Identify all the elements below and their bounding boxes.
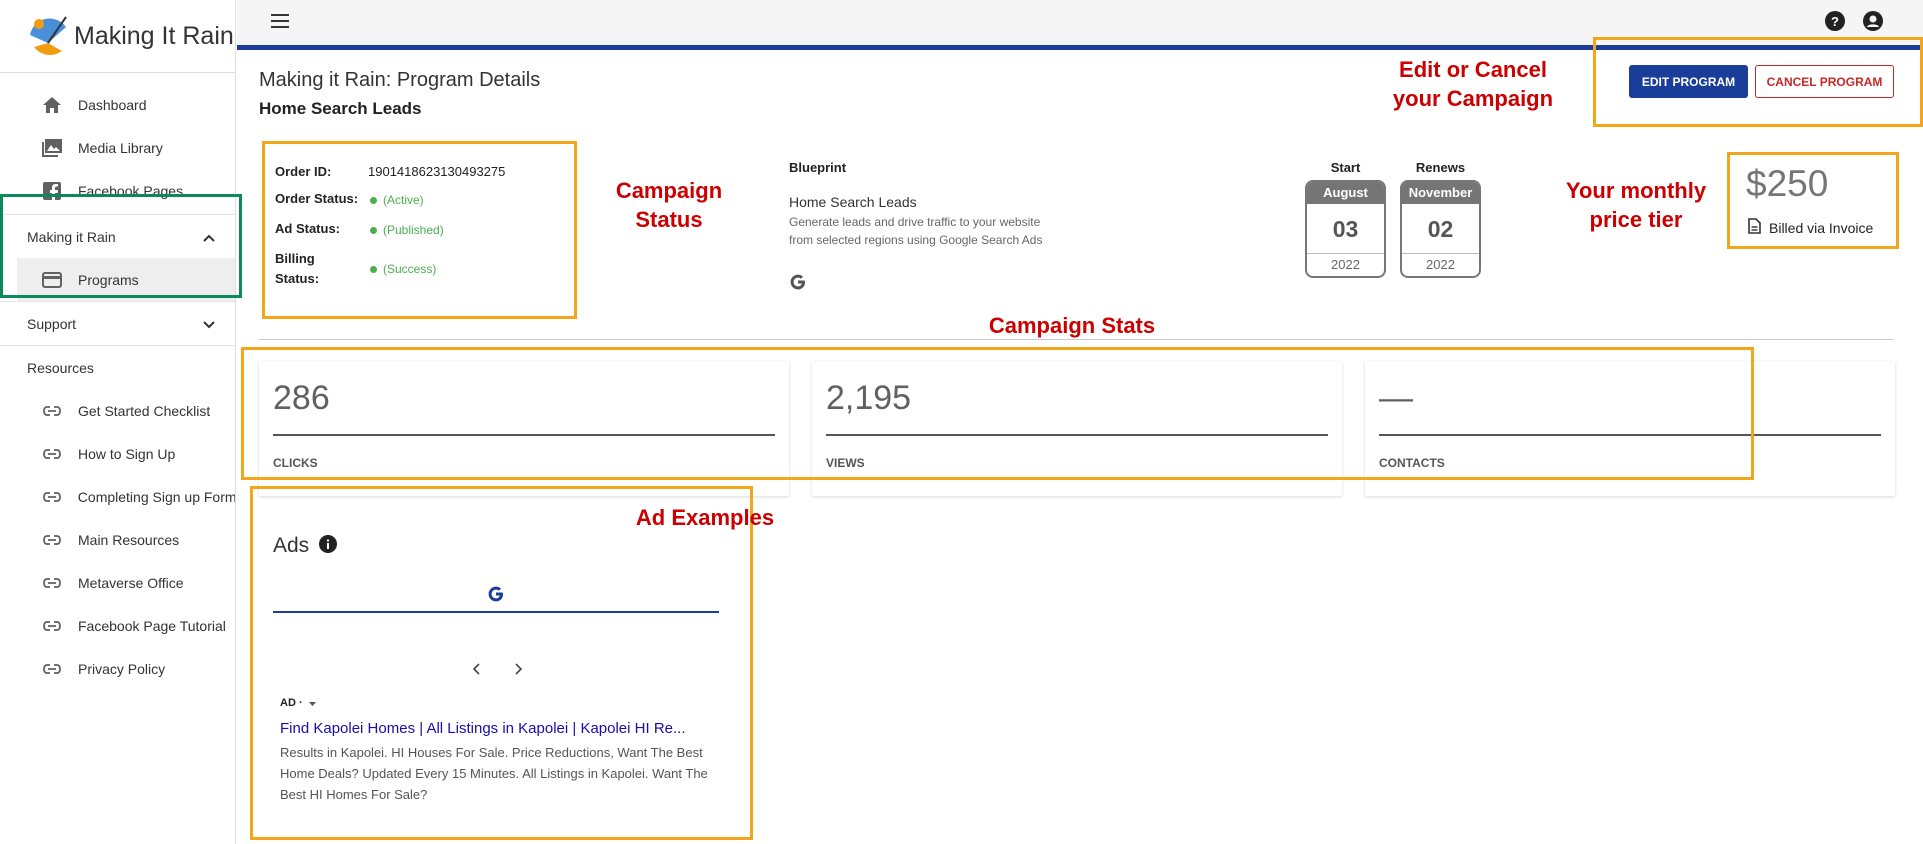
page-title: Making it Rain: Program Details — [259, 69, 541, 91]
sidebar-resource-item[interactable]: Completing Sign up Form — [0, 475, 235, 518]
sidebar-item-label: Facebook Page Tutorial — [78, 617, 226, 634]
renew-date-calendar: November 02 2022 — [1400, 180, 1481, 278]
highlight-edit-buttons — [1593, 37, 1923, 127]
sidebar: Making It Rain Dashboard Media Library F… — [0, 0, 236, 844]
start-day: 03 — [1307, 204, 1384, 254]
resources-label: Resources — [27, 359, 94, 376]
sidebar-item-label: Metaverse Office — [78, 574, 184, 591]
highlight-ads — [250, 486, 753, 840]
highlight-stats — [241, 347, 1754, 480]
image-icon — [42, 138, 62, 158]
app-logo[interactable]: Making It Rain — [0, 0, 235, 73]
highlight-order-status — [262, 141, 577, 319]
sidebar-resource-item[interactable]: Get Started Checklist — [0, 389, 235, 432]
sidebar-item-label: Media Library — [78, 139, 163, 156]
page-subtitle: Home Search Leads — [259, 99, 422, 118]
sidebar-item-media-library[interactable]: Media Library — [0, 126, 235, 169]
renews-label: Renews — [1415, 160, 1466, 175]
start-label: Start — [1330, 160, 1361, 175]
link-icon — [42, 401, 62, 421]
highlight-programs-nav — [0, 194, 242, 298]
link-icon — [42, 530, 62, 550]
link-icon — [42, 444, 62, 464]
link-icon — [42, 487, 62, 507]
link-icon — [42, 573, 62, 593]
sidebar-item-label: Dashboard — [78, 96, 147, 113]
google-icon — [789, 273, 807, 296]
sidebar-item-label: How to Sign Up — [78, 445, 176, 462]
umbrella-logo-icon — [26, 13, 72, 59]
sidebar-group-support[interactable]: Support — [0, 302, 235, 345]
annotation-price-tier: Your monthly price tier — [1565, 178, 1707, 232]
annotation-campaign-stats: Campaign Stats — [988, 313, 1156, 338]
main-content: Making it Rain: Program Details Home Sea… — [237, 37, 1923, 844]
sidebar-group-label: Support — [27, 315, 77, 332]
app-name: Making It Rain — [74, 21, 234, 50]
account-icon[interactable] — [1863, 11, 1883, 36]
start-month: August — [1307, 182, 1384, 204]
sidebar-resource-item[interactable]: Metaverse Office — [0, 561, 235, 604]
sidebar-resource-item[interactable]: How to Sign Up — [0, 432, 235, 475]
blueprint-description: Generate leads and drive traffic to your… — [789, 215, 1043, 247]
chevron-down-icon — [203, 316, 215, 332]
svg-text:?: ? — [1831, 14, 1839, 29]
annotation-campaign-status: Campaign Status — [615, 178, 723, 232]
sidebar-resource-item[interactable]: Facebook Page Tutorial — [0, 604, 235, 647]
blueprint-name: Home Search Leads — [789, 194, 917, 210]
annotation-edit-cancel: Edit or Cancel your Campaign — [1392, 57, 1554, 111]
sidebar-resources-header: Resources — [0, 346, 235, 389]
home-icon — [42, 95, 62, 115]
sidebar-item-dashboard[interactable]: Dashboard — [0, 83, 235, 126]
renew-day: 02 — [1402, 204, 1479, 254]
sidebar-item-label: Get Started Checklist — [78, 402, 211, 419]
blueprint-label: Blueprint — [789, 160, 847, 175]
renew-month: November — [1402, 182, 1479, 204]
start-date-calendar: August 03 2022 — [1305, 180, 1386, 278]
sidebar-item-label: Privacy Policy — [78, 660, 166, 677]
help-icon[interactable]: ? — [1825, 11, 1845, 36]
link-icon — [42, 659, 62, 679]
renew-year: 2022 — [1426, 257, 1455, 272]
start-year: 2022 — [1331, 257, 1360, 272]
annotation-ad-examples: Ad Examples — [635, 505, 775, 530]
sidebar-resource-item[interactable]: Privacy Policy — [0, 647, 235, 690]
sidebar-item-label: Main Resources — [78, 531, 180, 548]
menu-icon[interactable] — [271, 14, 289, 33]
sidebar-resource-item[interactable]: Main Resources — [0, 518, 235, 561]
highlight-price — [1727, 152, 1899, 249]
link-icon — [42, 616, 62, 636]
sidebar-item-label: Completing Sign up Form — [77, 488, 235, 505]
